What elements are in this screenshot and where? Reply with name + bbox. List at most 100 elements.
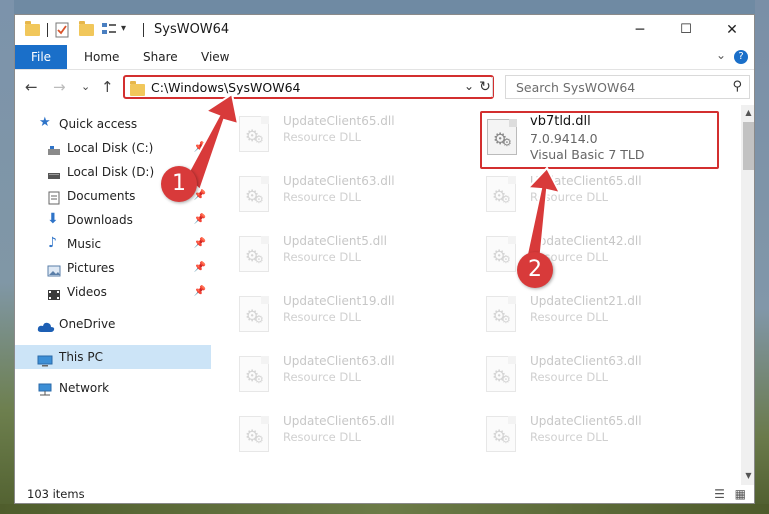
sidebar-item-downloads[interactable]: ⬇ Downloads 📌 [15, 209, 211, 231]
file-type: Visual Basic 7 TLD [530, 147, 645, 162]
pin-icon[interactable]: 📌 [194, 257, 206, 279]
file-tile[interactable]: ⚙ ⚙ UpdateClient65.dll Resource DLL [233, 111, 473, 161]
scroll-thumb[interactable] [743, 122, 754, 170]
maximize-button[interactable]: ☐ [663, 15, 709, 45]
pin-icon[interactable]: 📌 [194, 233, 206, 255]
new-folder-icon[interactable] [79, 21, 94, 38]
details-view-icon[interactable]: ☰ [714, 487, 725, 501]
file-name: UpdateClient63.dll [283, 354, 395, 368]
view-options-icon[interactable] [101, 22, 117, 38]
file-name: UpdateClient63.dll [283, 174, 395, 188]
file-tile[interactable]: ⚙ ⚙ UpdateClient65.dll Resource DLL [480, 171, 720, 221]
file-type: Resource DLL [283, 310, 362, 324]
view-toggle[interactable]: ☰ ▦ [714, 487, 746, 501]
sidebar-item-pictures[interactable]: Pictures 📌 [15, 257, 211, 279]
minimize-button[interactable]: ─ [617, 15, 663, 45]
sidebar-item-label: Videos [67, 285, 107, 299]
file-name: UpdateClient5.dll [283, 234, 387, 248]
star-icon: ★ [39, 115, 51, 130]
file-tile[interactable]: ⚙ ⚙ UpdateClient42.dll Resource DLL [480, 231, 720, 281]
sidebar-item-label: Quick access [59, 117, 138, 131]
address-bar[interactable]: C:\Windows\SysWOW64 ⌄ ↻ [123, 75, 494, 99]
pin-icon[interactable]: 📌 [194, 209, 206, 231]
search-box[interactable]: Search SysWOW64 ⚲ [505, 75, 750, 99]
properties-icon[interactable] [55, 22, 69, 38]
step-badge-2: 2 [517, 252, 553, 288]
file-tile[interactable]: ⚙ ⚙ UpdateClient19.dll Resource DLL [233, 291, 473, 341]
forward-button[interactable]: → [53, 78, 66, 96]
sidebar-item-this-pc[interactable]: This PC [15, 345, 211, 369]
file-name: UpdateClient65.dll [530, 174, 642, 188]
drive-icon [47, 166, 61, 179]
sidebar-item-quick-access[interactable]: ★ Quick access [15, 113, 211, 135]
pin-icon[interactable]: 📌 [194, 137, 206, 159]
documents-icon [47, 190, 61, 205]
network-icon [37, 382, 52, 396]
large-icons-view-icon[interactable]: ▦ [735, 487, 746, 501]
file-tile[interactable]: ⚙ ⚙ UpdateClient65.dll Resource DLL [233, 411, 473, 461]
sidebar-item-music[interactable]: ♪ Music 📌 [15, 233, 211, 255]
window-title: SysWOW64 [154, 22, 230, 37]
file-type: Resource DLL [283, 130, 362, 144]
sidebar-item-label: Downloads [67, 213, 133, 227]
tab-file[interactable]: File [15, 45, 67, 69]
music-icon: ♪ [48, 235, 57, 251]
file-type: Resource DLL [530, 430, 609, 444]
scroll-down-icon[interactable]: ▼ [741, 471, 754, 480]
dll-file-icon: ⚙ ⚙ [486, 356, 518, 394]
pin-icon[interactable]: 📌 [194, 281, 206, 303]
sidebar-item-onedrive[interactable]: OneDrive [15, 313, 211, 335]
separator [47, 23, 48, 37]
up-button[interactable]: ↑ [101, 78, 114, 96]
videos-icon [47, 286, 61, 300]
vertical-scrollbar[interactable]: ▲ ▼ [741, 105, 754, 485]
title-bar: ▾ SysWOW64 ─ ☐ ✕ [15, 15, 754, 45]
file-tile[interactable]: ⚙ ⚙ UpdateClient63.dll Resource DLL [233, 351, 473, 401]
file-name: UpdateClient19.dll [283, 294, 395, 308]
drive-icon [47, 142, 61, 155]
tab-share[interactable]: Share [143, 45, 178, 69]
dll-file-icon: ⚙ ⚙ [239, 296, 271, 334]
search-input[interactable]: Search SysWOW64 [516, 80, 635, 95]
file-tile[interactable]: ⚙ ⚙ UpdateClient65.dll Resource DLL [480, 411, 720, 461]
back-button[interactable]: ← [25, 78, 38, 96]
help-icon[interactable]: ? [734, 50, 748, 64]
sidebar-item-label: Local Disk (D:) [67, 165, 155, 179]
file-tile-vb7tld[interactable]: ⚙ ⚙ vb7tld.dll 7.0.9414.0 Visual Basic 7 … [480, 111, 719, 169]
dll-file-icon: ⚙ ⚙ [239, 236, 271, 274]
refresh-button[interactable]: ↻ [473, 75, 497, 99]
ribbon-expand-icon[interactable]: ⌄ [716, 45, 726, 65]
address-path[interactable]: C:\Windows\SysWOW64 [151, 80, 300, 95]
file-tile[interactable]: ⚙ ⚙ UpdateClient21.dll Resource DLL [480, 291, 720, 341]
folder-icon [25, 21, 40, 38]
close-button[interactable]: ✕ [709, 15, 754, 45]
file-tile[interactable]: ⚙ ⚙ UpdateClient63.dll Resource DLL [233, 171, 473, 221]
sidebar-item-label: Local Disk (C:) [67, 141, 154, 155]
tab-home[interactable]: Home [84, 45, 119, 69]
file-tile[interactable]: ⚙ ⚙ UpdateClient5.dll Resource DLL [233, 231, 473, 281]
file-name: UpdateClient63.dll [530, 354, 642, 368]
customize-toolbar-icon[interactable]: ▾ [121, 23, 126, 39]
dll-file-icon: ⚙ ⚙ [239, 176, 271, 214]
dll-file-icon: ⚙ ⚙ [486, 176, 518, 214]
recent-locations-button[interactable]: ⌄ [81, 80, 90, 93]
file-type: Resource DLL [283, 370, 362, 384]
sidebar-item-local-disk-c[interactable]: Local Disk (C:) 📌 [15, 137, 211, 159]
file-type: Resource DLL [530, 370, 609, 384]
search-icon[interactable]: ⚲ [732, 79, 742, 94]
explorer-window: ▾ SysWOW64 ─ ☐ ✕ File Home Share View ⌄ … [14, 14, 755, 504]
file-name: UpdateClient42.dll [530, 234, 642, 248]
file-tile[interactable]: ⚙ ⚙ UpdateClient63.dll Resource DLL [480, 351, 720, 401]
sidebar-item-label: Network [59, 381, 110, 395]
dll-file-icon: ⚙ ⚙ [486, 296, 518, 334]
file-name: UpdateClient65.dll [283, 414, 395, 428]
step-badge-1: 1 [161, 166, 197, 202]
sidebar-item-videos[interactable]: Videos 📌 [15, 281, 211, 303]
sidebar-item-network[interactable]: Network [15, 377, 211, 399]
dll-file-icon: ⚙ ⚙ [487, 119, 519, 157]
desktop-background-left [0, 0, 14, 514]
dll-file-icon: ⚙ ⚙ [239, 416, 271, 454]
cloud-icon [37, 318, 55, 332]
scroll-up-icon[interactable]: ▲ [741, 108, 754, 117]
tab-view[interactable]: View [201, 45, 229, 69]
